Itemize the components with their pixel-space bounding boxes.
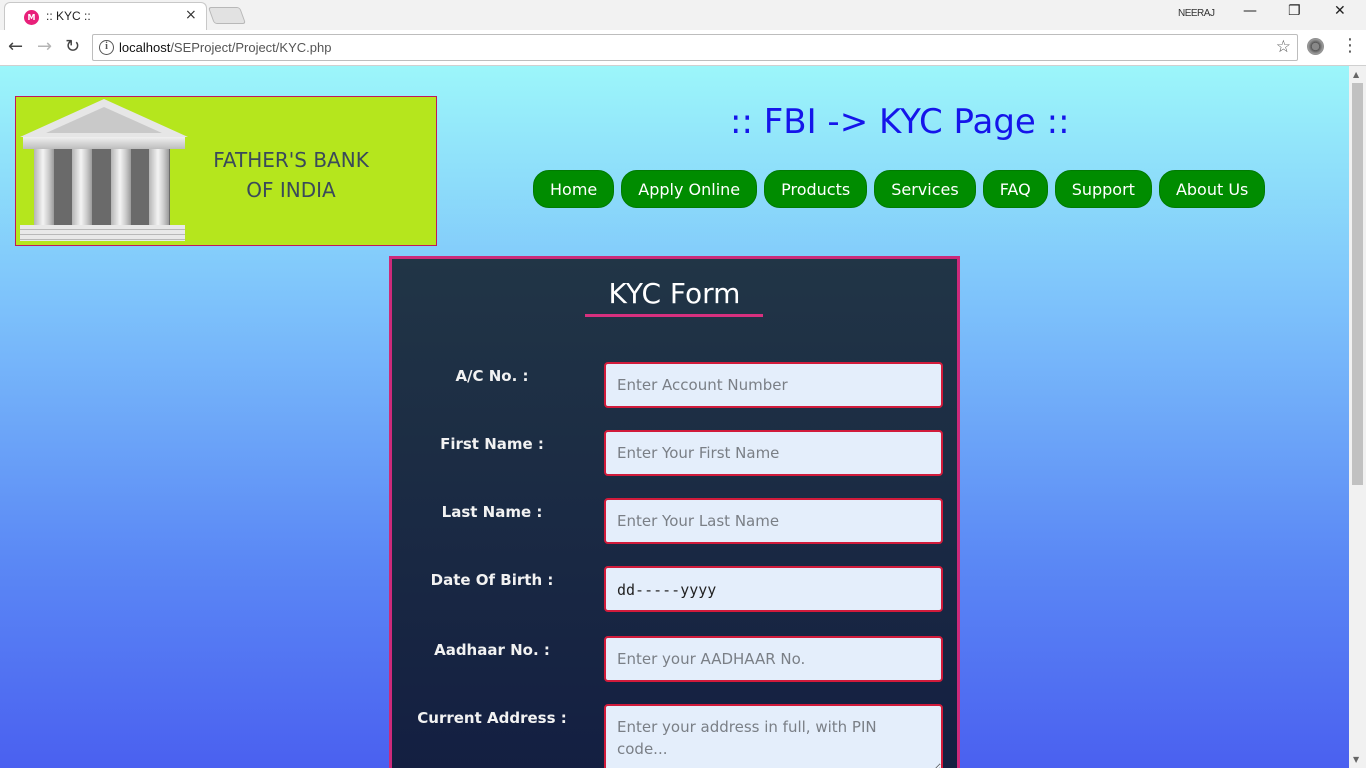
- aadhaar-number-label: Aadhaar No. :: [434, 641, 550, 659]
- nav-products-button[interactable]: Products: [764, 170, 868, 208]
- bank-column: [34, 149, 54, 225]
- bank-column: [72, 149, 92, 225]
- browser-tab-bar: M :: KYC :: × NEERAJ — ❐ ✕: [0, 0, 1366, 30]
- url-path: /SEProject/Project/KYC.php: [170, 40, 332, 55]
- bank-steps: [20, 225, 185, 241]
- scrollbar-thumb[interactable]: [1352, 83, 1363, 485]
- logo-line-1: FATHER'S BANK: [213, 148, 369, 172]
- tab-title: :: KYC ::: [46, 9, 91, 23]
- nav-about-us-button[interactable]: About Us: [1158, 170, 1266, 208]
- nav-home-button[interactable]: Home: [533, 170, 615, 208]
- browser-toolbar: ← → ↻ i localhost/SEProject/Project/KYC.…: [0, 30, 1366, 66]
- aadhaar-number-input[interactable]: [604, 636, 943, 682]
- bank-pediment: [46, 107, 162, 133]
- new-tab-button[interactable]: [207, 7, 247, 24]
- account-number-input[interactable]: [604, 362, 943, 408]
- first-name-input[interactable]: [604, 430, 943, 476]
- address-bar[interactable]: i localhost/SEProject/Project/KYC.php ☆: [92, 34, 1298, 61]
- window-close-icon[interactable]: ✕: [1334, 3, 1346, 19]
- scroll-down-icon[interactable]: ▼: [1353, 755, 1359, 764]
- bookmark-star-icon[interactable]: ☆: [1276, 37, 1291, 57]
- nav-faq-button[interactable]: FAQ: [982, 170, 1048, 208]
- restore-icon[interactable]: ❐: [1288, 3, 1301, 19]
- kyc-form: KYC Form A/C No. : First Name : Last Nam…: [389, 256, 960, 768]
- bank-column: [111, 149, 131, 225]
- form-title-underline: [585, 314, 763, 317]
- forward-icon[interactable]: →: [37, 36, 52, 57]
- date-of-birth-label: Date Of Birth :: [430, 571, 554, 589]
- favicon-icon: M: [24, 10, 39, 25]
- date-of-birth-input[interactable]: [604, 566, 943, 612]
- nav-services-button[interactable]: Services: [874, 170, 976, 208]
- account-number-label: A/C No. :: [455, 367, 529, 385]
- browser-menu-icon[interactable]: ⋮: [1341, 35, 1359, 56]
- current-address-label: Current Address :: [417, 709, 567, 727]
- main-nav: Home Apply Online Products Services FAQ …: [533, 170, 1266, 208]
- minimize-icon[interactable]: —: [1243, 3, 1257, 19]
- url-text: localhost/SEProject/Project/KYC.php: [119, 40, 331, 55]
- bank-logo: FATHER'S BANK OF INDIA: [15, 96, 437, 246]
- nav-support-button[interactable]: Support: [1054, 170, 1152, 208]
- url-host: localhost: [119, 40, 171, 55]
- browser-tab[interactable]: M :: KYC :: ×: [4, 2, 207, 30]
- nav-apply-online-button[interactable]: Apply Online: [621, 170, 758, 208]
- page-viewport: FATHER'S BANK OF INDIA :: FBI -> KYC Pag…: [0, 66, 1349, 768]
- page-title: :: FBI -> KYC Page ::: [730, 102, 1070, 142]
- extension-icon[interactable]: [1307, 38, 1324, 55]
- form-title: KYC Form: [608, 277, 741, 310]
- logo-text: FATHER'S BANK OF INDIA: [191, 145, 391, 205]
- close-tab-icon[interactable]: ×: [185, 7, 197, 23]
- last-name-label: Last Name :: [441, 503, 543, 521]
- bank-column: [149, 149, 169, 225]
- scroll-up-icon[interactable]: ▲: [1353, 70, 1359, 79]
- bank-beam: [23, 137, 185, 149]
- first-name-label: First Name :: [440, 435, 544, 453]
- profile-name[interactable]: NEERAJ: [1178, 8, 1215, 19]
- current-address-textarea[interactable]: [604, 704, 943, 768]
- back-icon[interactable]: ←: [8, 36, 23, 57]
- last-name-input[interactable]: [604, 498, 943, 544]
- info-icon[interactable]: i: [99, 40, 114, 55]
- page-scrollbar[interactable]: ▲ ▼: [1349, 66, 1366, 768]
- reload-icon[interactable]: ↻: [65, 36, 80, 57]
- logo-line-2: OF INDIA: [246, 178, 336, 202]
